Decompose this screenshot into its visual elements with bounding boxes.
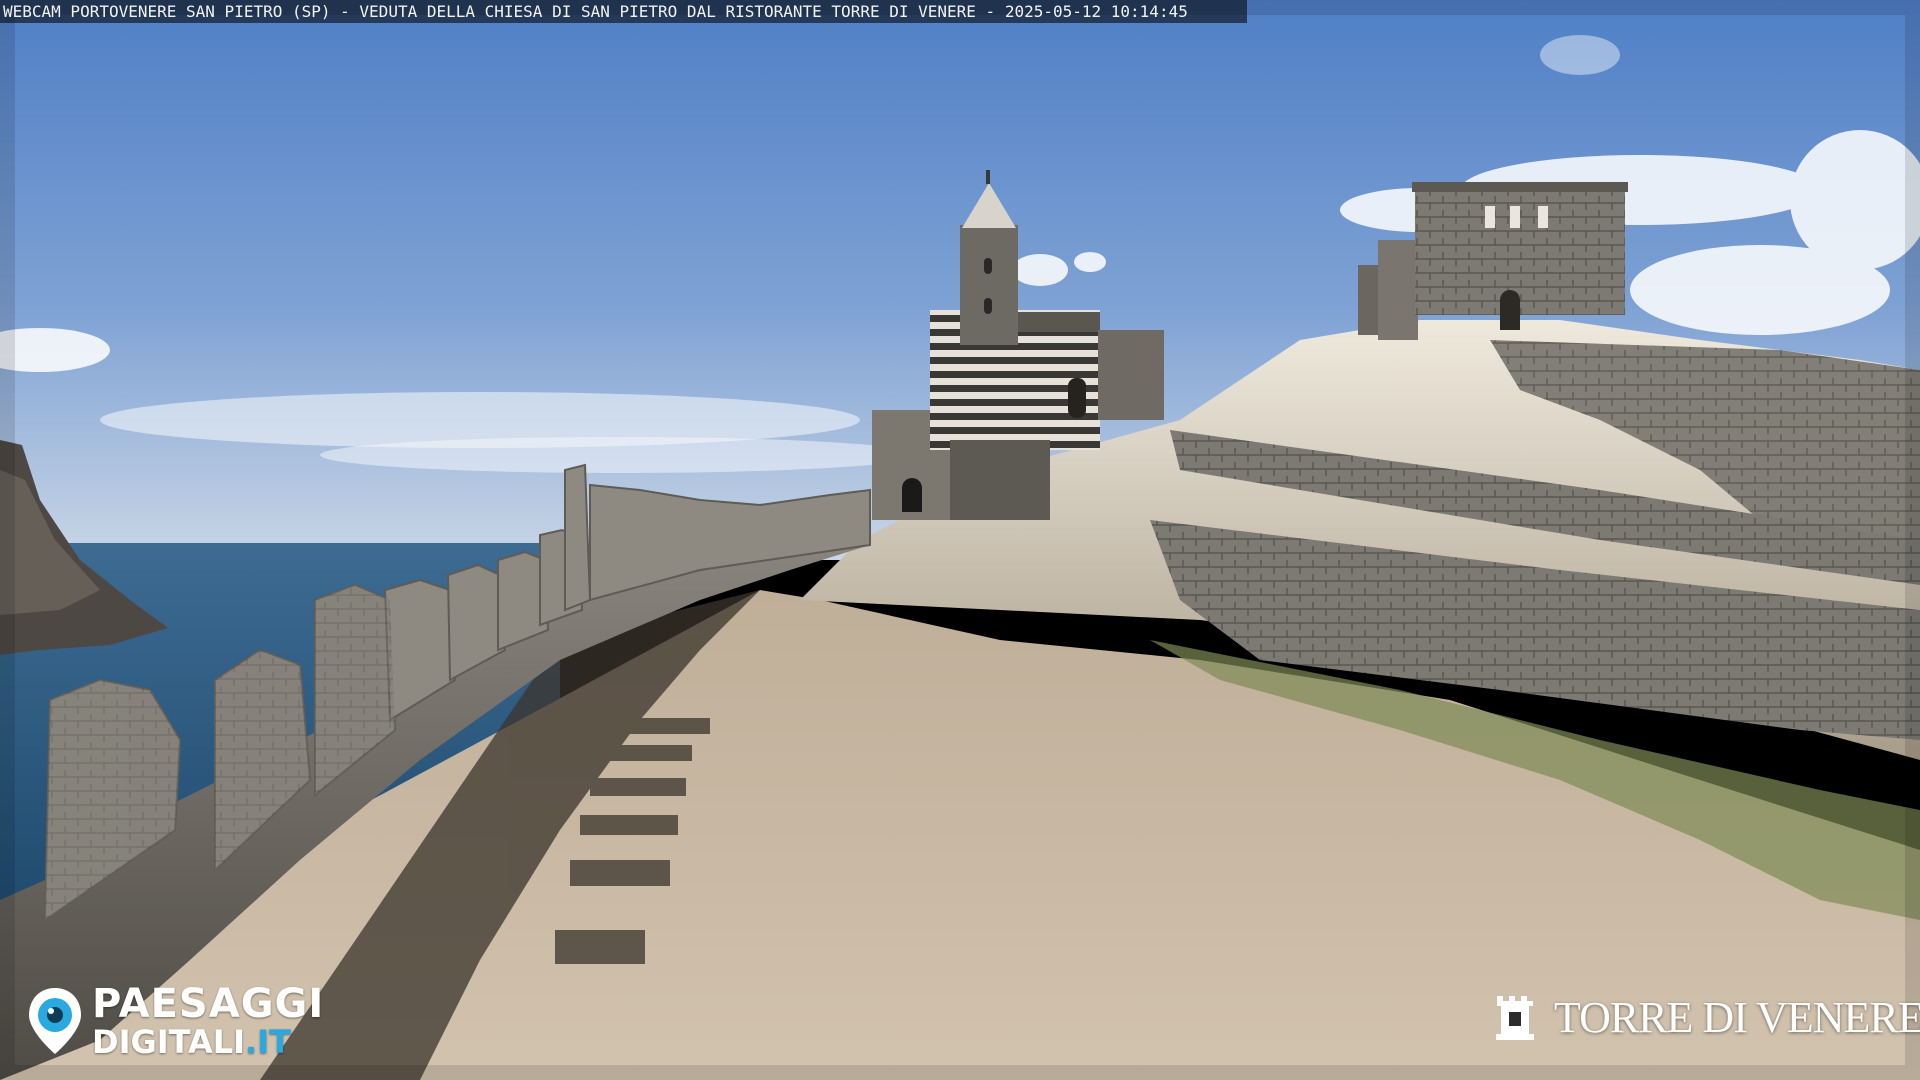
brand-line-2-main: DIGITALI bbox=[92, 1023, 246, 1061]
brand-line-2-tld: .IT bbox=[245, 1023, 291, 1061]
brand-line-2: DIGITALI.IT bbox=[92, 1026, 324, 1058]
paesaggi-digitali-logo: PAESAGGI DIGITALI.IT bbox=[26, 984, 324, 1058]
location-pin-eye-icon bbox=[29, 988, 81, 1054]
torre-di-venere-logo: TORRE DI VENERE bbox=[1494, 992, 1920, 1043]
castle-tower-icon bbox=[1496, 995, 1534, 1040]
webcam-photo bbox=[0, 0, 1920, 1080]
webcam-frame: WEBCAM PORTOVENERE SAN PIETRO (SP) - VED… bbox=[0, 0, 1920, 1080]
brand-name: TORRE DI VENERE bbox=[1554, 993, 1920, 1042]
brand-line-1: PAESAGGI bbox=[92, 981, 325, 1027]
webcam-caption: WEBCAM PORTOVENERE SAN PIETRO (SP) - VED… bbox=[0, 0, 1247, 23]
